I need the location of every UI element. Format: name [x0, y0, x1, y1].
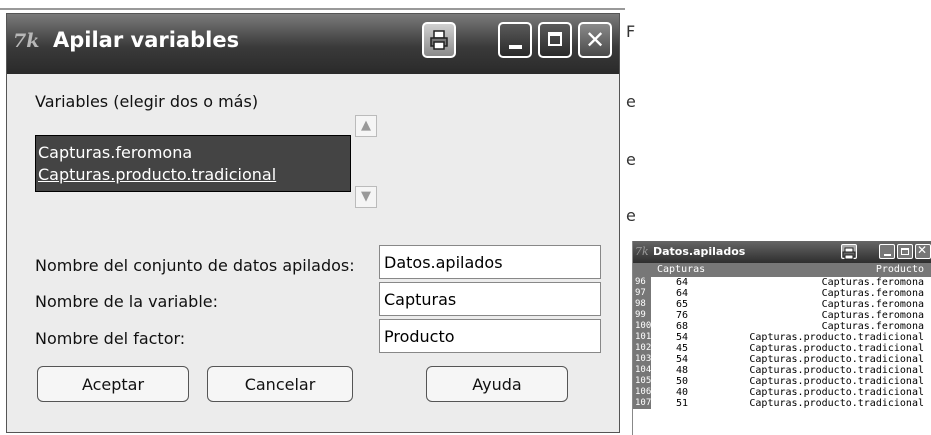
variables-listbox[interactable]: Capturas.feromona Capturas.producto.trad…: [35, 135, 351, 192]
table-row: 97 64 Capturas.feromona: [633, 288, 931, 299]
table-cell: Capturas.feromona: [821, 288, 924, 299]
row-number: 102: [633, 343, 652, 354]
background-text: e: [626, 150, 636, 169]
table-cell: 51: [675, 398, 688, 409]
background-text: F: [626, 22, 636, 41]
table-cell: 54: [675, 354, 688, 365]
stack-variables-dialog: 7k Apilar variables ✕ Variables (elegir …: [6, 13, 620, 433]
print-button[interactable]: [422, 22, 456, 58]
minimize-button[interactable]: [879, 244, 895, 259]
table-cell: 68: [675, 321, 688, 332]
table-cell: Capturas.feromona: [821, 277, 924, 288]
variables-scrollbar[interactable]: ▲ ▼: [353, 113, 383, 210]
table-cell: 76: [675, 310, 688, 321]
table-row: 103 54 Capturas.producto.tradicional: [633, 354, 931, 365]
table-row: 104 48 Capturas.producto.tradicional: [633, 365, 931, 376]
table-row: 102 45 Capturas.producto.tradicional: [633, 343, 931, 354]
tk-logo-icon: 7k: [13, 30, 40, 52]
table-cell: 50: [675, 376, 688, 387]
table-row: 101 54 Capturas.producto.tradicional: [633, 332, 931, 343]
minimize-icon: [509, 45, 522, 49]
table-cell: Capturas.producto.tradicional: [749, 398, 924, 409]
printer-icon: [842, 247, 856, 260]
background-text: e: [626, 92, 636, 111]
data-viewer-title: Datos.apilados: [653, 245, 746, 258]
help-button[interactable]: Ayuda: [426, 366, 568, 402]
table-cell: 45: [675, 343, 688, 354]
row-number: 100: [633, 321, 652, 332]
maximize-button[interactable]: [538, 22, 572, 58]
table-cell: Capturas.producto.tradicional: [749, 354, 924, 365]
close-icon: ✕: [917, 243, 928, 257]
row-number: 101: [633, 332, 652, 343]
maximize-icon: [548, 32, 562, 46]
table-cell: Capturas.feromona: [821, 321, 924, 332]
table-cell: 40: [675, 387, 688, 398]
data-viewer-titlebar[interactable]: 7k Datos.apilados ✕: [633, 241, 931, 263]
data-viewer-header: Capturas Producto: [633, 263, 931, 277]
scroll-down-icon[interactable]: ▼: [355, 186, 377, 208]
row-number: 103: [633, 354, 652, 365]
table-cell: Capturas.producto.tradicional: [749, 332, 924, 343]
background-text: e: [626, 206, 636, 225]
accept-button[interactable]: Aceptar: [37, 366, 189, 402]
table-cell: Capturas.producto.tradicional: [749, 343, 924, 354]
table-row: 98 65 Capturas.feromona: [633, 299, 931, 310]
data-viewer-rows: 96 64 Capturas.feromona 97 64 Capturas.feromo…: [633, 277, 931, 409]
close-button[interactable]: ✕: [915, 243, 931, 259]
row-number: 96: [633, 277, 651, 288]
factor-name-field[interactable]: [379, 319, 601, 353]
dialog-title: Apilar variables: [53, 28, 240, 52]
list-item[interactable]: Capturas.feromona: [36, 142, 348, 164]
data-viewer-window: 7k Datos.apilados ✕ Capturas Producto 96…: [632, 241, 931, 435]
dataset-name-field[interactable]: [379, 245, 601, 279]
table-cell: Capturas.producto.tradicional: [749, 387, 924, 398]
table-cell: 54: [675, 332, 688, 343]
minimize-button[interactable]: [498, 22, 532, 58]
row-number: 104: [633, 365, 652, 376]
close-icon: ✕: [584, 26, 606, 54]
row-number: 105: [633, 376, 652, 387]
table-row: 107 51 Capturas.producto.tradicional: [633, 398, 931, 409]
table-cell: 64: [675, 288, 688, 299]
column-header: Capturas: [657, 264, 706, 275]
factor-name-label: Nombre del factor:: [35, 329, 186, 348]
table-cell: 64: [675, 277, 688, 288]
variable-name-field[interactable]: [379, 282, 601, 316]
table-cell: 48: [675, 365, 688, 376]
table-row: 100 68 Capturas.feromona: [633, 321, 931, 332]
table-cell: Capturas.producto.tradicional: [749, 365, 924, 376]
dataset-name-label: Nombre del conjunto de datos apilados:: [35, 256, 355, 275]
table-row: 96 64 Capturas.feromona: [633, 277, 931, 288]
cancel-button[interactable]: Cancelar: [207, 366, 353, 402]
row-number: 106: [633, 387, 652, 398]
maximize-icon: [901, 248, 909, 255]
maximize-button[interactable]: [897, 244, 913, 259]
background-divider: [0, 8, 625, 10]
row-number: 107: [633, 398, 652, 409]
dialog-titlebar[interactable]: 7k Apilar variables ✕: [7, 14, 619, 74]
variable-name-label: Nombre de la variable:: [35, 292, 219, 311]
table-row: 99 76 Capturas.feromona: [633, 310, 931, 321]
variables-label: Variables (elegir dos o más): [35, 92, 259, 111]
print-button[interactable]: [841, 244, 857, 260]
row-number: 98: [633, 299, 651, 310]
table-row: 105 50 Capturas.producto.tradicional: [633, 376, 931, 387]
table-row: 106 40 Capturas.producto.tradicional: [633, 387, 931, 398]
tk-logo-icon: 7k: [635, 245, 649, 258]
row-number: 97: [633, 288, 651, 299]
printer-icon: [430, 30, 448, 50]
scroll-up-icon[interactable]: ▲: [355, 115, 377, 137]
column-header: Producto: [875, 264, 924, 275]
minimize-icon: [884, 254, 891, 256]
table-cell: Capturas.producto.tradicional: [749, 376, 924, 387]
close-button[interactable]: ✕: [578, 22, 612, 58]
table-cell: Capturas.feromona: [821, 299, 924, 310]
row-number: 99: [633, 310, 651, 321]
table-cell: Capturas.feromona: [821, 310, 924, 321]
list-item[interactable]: Capturas.producto.tradicional: [36, 164, 348, 186]
table-cell: 65: [675, 299, 688, 310]
